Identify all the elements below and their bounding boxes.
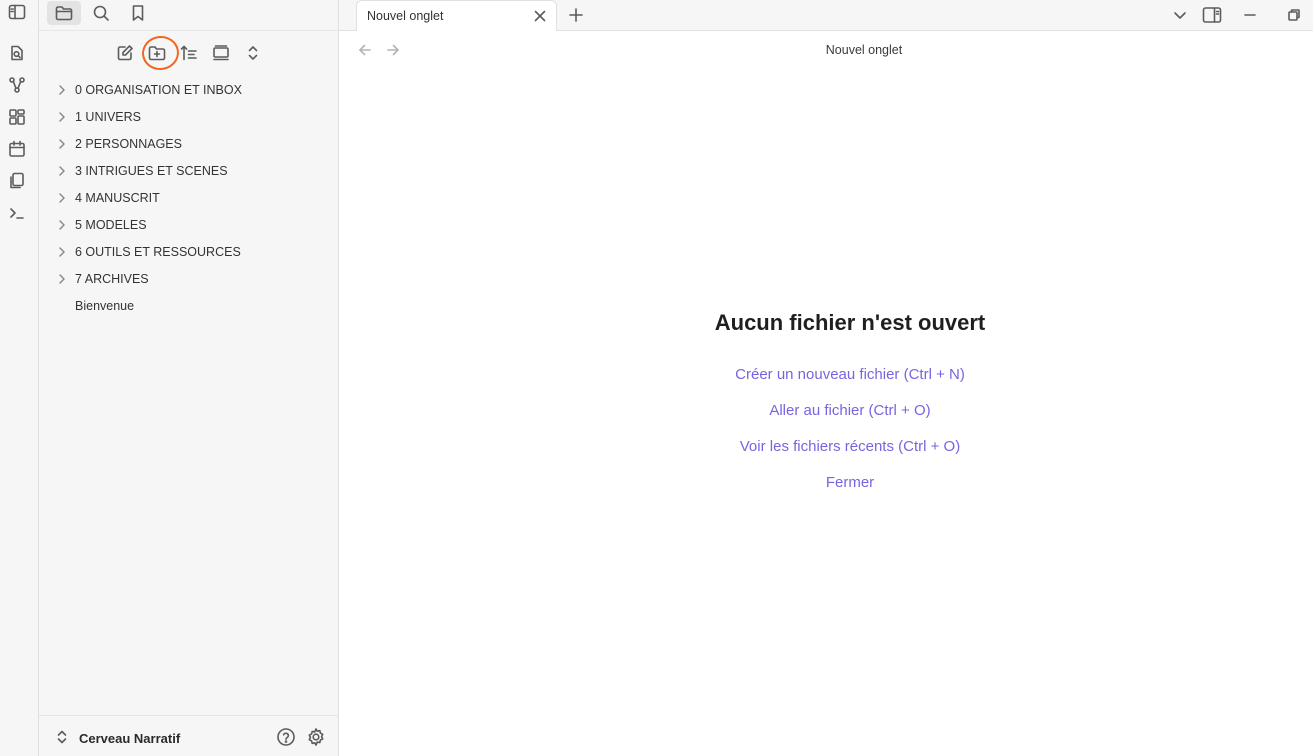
tab-title: Nouvel onglet — [367, 9, 444, 23]
tree-folder[interactable]: 5 MODELES — [39, 212, 339, 239]
search-icon[interactable] — [84, 1, 118, 25]
main-view: Nouvel onglet Aucun fichier n'est ouvert… — [339, 32, 1313, 756]
files-icon[interactable] — [47, 1, 81, 25]
chevron-right-icon[interactable] — [56, 273, 68, 285]
expand-icon[interactable] — [239, 39, 267, 67]
graph-view-icon[interactable] — [6, 74, 28, 96]
file-tree: 0 ORGANISATION ET INBOX 1 UNIVERS 2 PERSON… — [39, 77, 339, 320]
chevron-right-icon[interactable] — [56, 246, 68, 258]
collapse-icon[interactable] — [207, 39, 235, 67]
close-tab-link[interactable]: Fermer — [339, 474, 1313, 493]
command-palette-icon[interactable] — [6, 202, 28, 224]
settings-icon[interactable] — [305, 726, 327, 748]
tab-bar: Nouvel onglet — [339, 0, 1313, 31]
tree-folder[interactable]: 3 INTRIGUES ET SCENES — [39, 158, 339, 185]
vault-switcher-icon[interactable] — [56, 730, 68, 749]
templates-icon[interactable] — [6, 170, 28, 192]
tree-folder[interactable]: 6 OUTILS ET RESSOURCES — [39, 239, 339, 266]
empty-state: Aucun fichier n'est ouvert Créer un nouv… — [339, 310, 1313, 510]
tree-item-label: 6 OUTILS ET RESSOURCES — [75, 245, 241, 259]
chevron-right-icon[interactable] — [56, 219, 68, 231]
file-explorer-toolbar — [39, 33, 339, 73]
sidebar-toggle-icon[interactable] — [6, 1, 28, 23]
close-icon[interactable] — [532, 8, 548, 24]
minimize-icon[interactable] — [1239, 4, 1261, 26]
create-new-file-link[interactable]: Créer un nouveau fichier (Ctrl + N) — [339, 366, 1313, 385]
tree-item-label: 5 MODELES — [75, 218, 147, 232]
chevron-right-icon[interactable] — [56, 165, 68, 177]
tree-item-label: Bienvenue — [75, 299, 135, 313]
sidebar-header — [39, 0, 339, 31]
bookmarks-icon[interactable] — [121, 1, 155, 25]
tree-item-label: 0 ORGANISATION ET INBOX — [75, 83, 242, 97]
chevron-right-icon[interactable] — [56, 84, 68, 96]
vault-name[interactable]: Cerveau Narratif — [79, 731, 180, 746]
empty-state-title: Aucun fichier n'est ouvert — [714, 310, 986, 335]
tree-item-label: 7 ARCHIVES — [75, 272, 149, 286]
tree-file[interactable]: Bienvenue — [39, 293, 339, 320]
file-explorer-sidebar: 0 ORGANISATION ET INBOX 1 UNIVERS 2 PERSON… — [39, 0, 339, 756]
tree-item-label: 2 PERSONNAGES — [75, 137, 182, 151]
ribbon — [0, 0, 39, 756]
plus-icon[interactable] — [565, 4, 587, 26]
restore-window-icon[interactable] — [1283, 4, 1305, 26]
chevron-right-icon[interactable] — [56, 192, 68, 204]
recent-files-link[interactable]: Voir les fichiers récents (Ctrl + O) — [339, 438, 1313, 457]
tree-folder[interactable]: 0 ORGANISATION ET INBOX — [39, 77, 339, 104]
help-icon[interactable] — [275, 726, 297, 748]
go-to-file-link[interactable]: Aller au fichier (Ctrl + O) — [339, 402, 1313, 421]
chevron-right-icon[interactable] — [56, 138, 68, 150]
right-sidebar-toggle-icon[interactable] — [1201, 4, 1223, 26]
tree-item-label: 4 MANUSCRIT — [75, 191, 160, 205]
canvas-icon[interactable] — [6, 106, 28, 128]
chevron-down-icon[interactable] — [1169, 4, 1191, 26]
tree-folder[interactable]: 4 MANUSCRIT — [39, 185, 339, 212]
new-note-icon[interactable] — [111, 39, 139, 67]
chevron-right-icon[interactable] — [56, 111, 68, 123]
open-quick-switcher-icon[interactable] — [6, 42, 28, 64]
tree-item-label: 3 INTRIGUES ET SCENES — [75, 164, 228, 178]
tree-folder[interactable]: 1 UNIVERS — [39, 104, 339, 131]
sort-icon[interactable] — [175, 39, 203, 67]
vault-footer: Cerveau Narratif — [39, 715, 339, 756]
tree-folder[interactable]: 7 ARCHIVES — [39, 266, 339, 293]
view-header-title: Nouvel onglet — [825, 43, 903, 57]
daily-note-icon[interactable] — [6, 138, 28, 160]
tab-new-tab[interactable]: Nouvel onglet — [356, 0, 557, 31]
tree-folder[interactable]: 2 PERSONNAGES — [39, 131, 339, 158]
tree-item-label: 1 UNIVERS — [75, 110, 141, 124]
